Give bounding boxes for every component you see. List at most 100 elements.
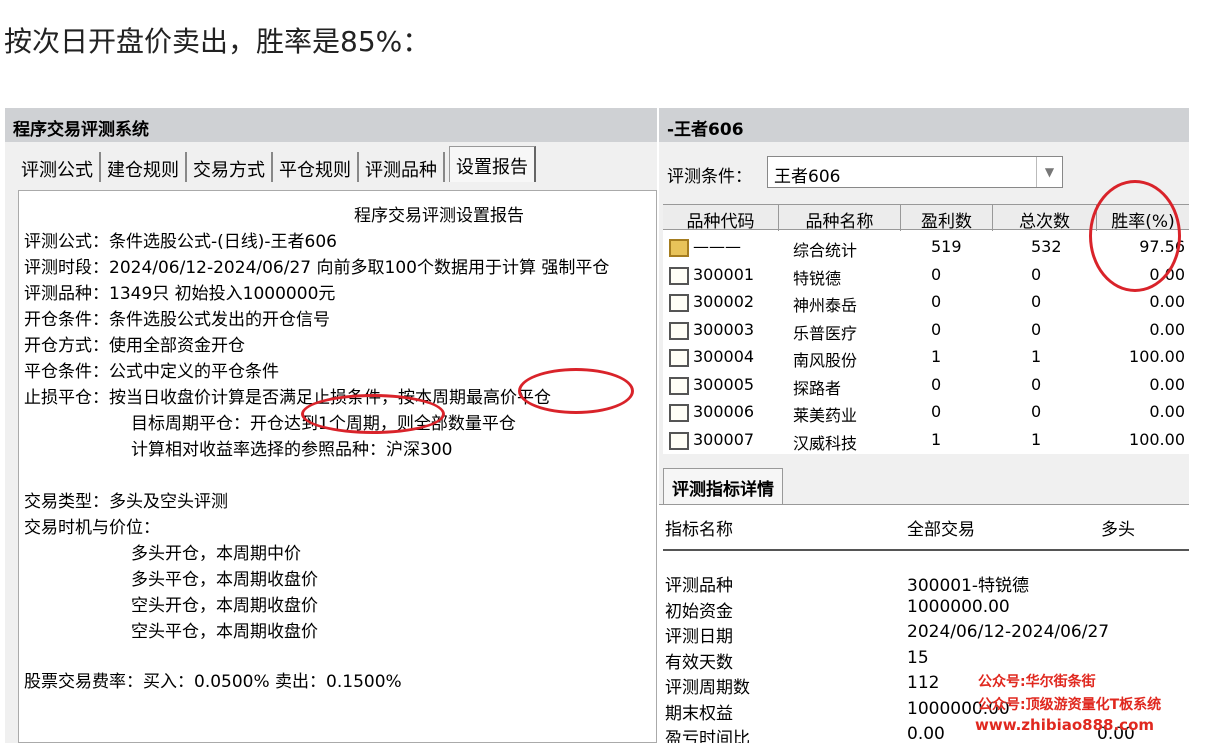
cell-rate: 0.00 (1149, 319, 1185, 339)
cell-rate: 0.00 (1149, 374, 1185, 394)
detail-key: 评测日期 (665, 627, 733, 647)
table-row[interactable]: 300004 南风股份 1 1 100.00 (663, 344, 1189, 371)
report-heading: 程序交易评测设置报告 (354, 206, 524, 226)
cell-total: 532 (1031, 237, 1062, 256)
cell-profit: 0 (931, 319, 942, 339)
header-total[interactable]: 总次数 (993, 205, 1097, 232)
cell-name: 莱美药业 (793, 406, 858, 425)
cell-code: ——— (693, 237, 741, 256)
tab-trade-mode[interactable]: 交易方式 (187, 152, 273, 182)
cell-code: 300004 (693, 347, 755, 366)
tab-open-rules[interactable]: 建仓规则 (101, 152, 187, 182)
header-code[interactable]: 品种代码 (663, 205, 779, 232)
folder-icon (669, 321, 689, 340)
table-row[interactable]: 300007 汉威科技 1 1 100.00 (663, 427, 1189, 454)
report-line: 止损平仓：按当日收盘价计算是否满足止损条件，按本周期最高价平仓 (24, 388, 551, 408)
detail-all: 15 (907, 647, 929, 668)
report-line: 空头开仓，本周期收盘价 (131, 596, 318, 616)
detail-key: 评测周期数 (665, 678, 750, 698)
cell-profit: 0 (931, 374, 942, 394)
folder-icon (669, 376, 689, 395)
report-line: 交易类型：多头及空头评测 (24, 492, 228, 512)
tab-close-rules[interactable]: 平仓规则 (273, 152, 359, 182)
cell-total: 0 (1031, 292, 1042, 311)
cell-profit: 0 (931, 264, 942, 284)
detail-row: 评测日期 2024/06/12-2024/06/27 (659, 622, 1189, 647)
cell-profit: 519 (931, 237, 962, 256)
cell-rate: 0.00 (1149, 292, 1185, 311)
report-line: 开仓方式：使用全部资金开仓 (24, 336, 245, 356)
tab-formula[interactable]: 评测公式 (15, 152, 101, 182)
detail-all: 0.00 (907, 724, 945, 743)
report-line: 评测时段：2024/06/12-2024/06/27 向前多取100个数据用于计… (24, 258, 610, 278)
detail-all: 1000000.00 (907, 596, 1010, 617)
report-line: 交易时机与价位： (24, 518, 160, 538)
cell-rate: 0.00 (1149, 402, 1185, 421)
cell-code: 300002 (693, 292, 755, 311)
report-line: 多头平仓，本周期收盘价 (131, 570, 318, 590)
cell-name: 综合统计 (793, 241, 858, 260)
watermark-url: www.zhibiao888.com (975, 716, 1155, 734)
settings-report-panel: 程序交易评测设置报告 评测公式：条件选股公式-(日线)-王者606 评测时段：2… (18, 190, 657, 743)
tab-instruments[interactable]: 评测品种 (359, 152, 445, 182)
cell-code: 300003 (693, 319, 755, 339)
report-line: 评测公式：条件选股公式-(日线)-王者606 (24, 232, 337, 252)
cell-total: 0 (1031, 402, 1042, 421)
detail-header-all: 全部交易 (907, 520, 975, 540)
detail-key: 盈亏时间比 (665, 729, 750, 743)
detail-row: 初始资金 1000000.00 (659, 597, 1189, 622)
table-row[interactable]: 300006 莱美药业 0 0 0.00 (663, 399, 1189, 426)
cell-code: 300005 (693, 374, 755, 394)
cell-profit: 0 (931, 292, 942, 311)
tab-bar: 评测公式 建仓规则 交易方式 平仓规则 评测品种 设置报告 (15, 146, 536, 182)
detail-key: 评测品种 (665, 576, 733, 596)
detail-key: 期末权益 (665, 703, 733, 724)
result-window-title: -王者606 (659, 108, 1189, 142)
report-line: 多头开仓，本周期中价 (131, 544, 301, 564)
condition-value: 王者606 (774, 167, 841, 187)
result-window: -王者606 评测条件： 王者606 ▼ 品种代码 品种名称 盈利数 总次数 胜… (659, 108, 1189, 743)
highlight-oval (301, 394, 445, 434)
report-line: 股票交易费率：买入：0.0500% 卖出：0.1500% (24, 672, 402, 692)
watermark-line2: 公众号:顶级游资量化T板系统 (978, 697, 1162, 713)
window-title: 程序交易评测系统 (5, 108, 657, 142)
cell-code: 300007 (693, 429, 755, 449)
report-line: 评测品种：1349只 初始投入1000000元 (24, 284, 336, 304)
tab-detail[interactable]: 评测指标详情 (663, 468, 783, 504)
cell-total: 0 (1031, 264, 1042, 284)
chevron-down-icon[interactable]: ▼ (1036, 157, 1062, 187)
highlight-oval (518, 368, 634, 414)
cell-rate: 100.00 (1129, 429, 1185, 449)
cell-profit: 1 (931, 429, 942, 449)
watermark-line1: 公众号:华尔街条街 (978, 674, 1096, 690)
cell-total: 0 (1031, 374, 1042, 394)
condition-label: 评测条件： (667, 167, 752, 187)
cell-total: 1 (1031, 347, 1042, 366)
report-line: 开仓条件：条件选股公式发出的开仓信号 (24, 310, 330, 330)
detail-header-long: 多头 (1101, 520, 1135, 540)
detail-key: 初始资金 (665, 601, 733, 622)
detail-all: 112 (907, 673, 940, 693)
condition-select[interactable]: 王者606 ▼ (767, 156, 1063, 188)
table-row[interactable]: 300002 神州泰岳 0 0 0.00 (663, 289, 1189, 316)
cell-name: 南风股份 (793, 351, 858, 370)
table-row[interactable]: 300003 乐普医疗 0 0 0.00 (663, 317, 1189, 344)
detail-row: 有效天数 15 (659, 648, 1189, 673)
cell-code: 300001 (693, 264, 755, 284)
cell-code: 300006 (693, 402, 755, 421)
report-line: 空头平仓，本周期收盘价 (131, 622, 318, 642)
cell-total: 1 (1031, 429, 1042, 449)
header-name[interactable]: 品种名称 (779, 205, 901, 232)
evaluation-system-window: 程序交易评测系统 评测公式 建仓规则 交易方式 平仓规则 评测品种 设置报告 程… (5, 108, 657, 743)
detail-all: 300001-特锐德 (907, 576, 1030, 596)
folder-icon (669, 239, 689, 257)
detail-key: 有效天数 (665, 652, 733, 673)
cell-profit: 0 (931, 402, 942, 421)
header-profit[interactable]: 盈利数 (901, 205, 993, 232)
cell-name: 探路者 (793, 378, 842, 398)
detail-all: 2024/06/12-2024/06/27 (907, 622, 1110, 642)
cell-profit: 1 (931, 347, 942, 366)
table-row[interactable]: 300005 探路者 0 0 0.00 (663, 372, 1189, 399)
tab-settings-report[interactable]: 设置报告 (449, 146, 536, 182)
folder-icon (669, 431, 689, 450)
